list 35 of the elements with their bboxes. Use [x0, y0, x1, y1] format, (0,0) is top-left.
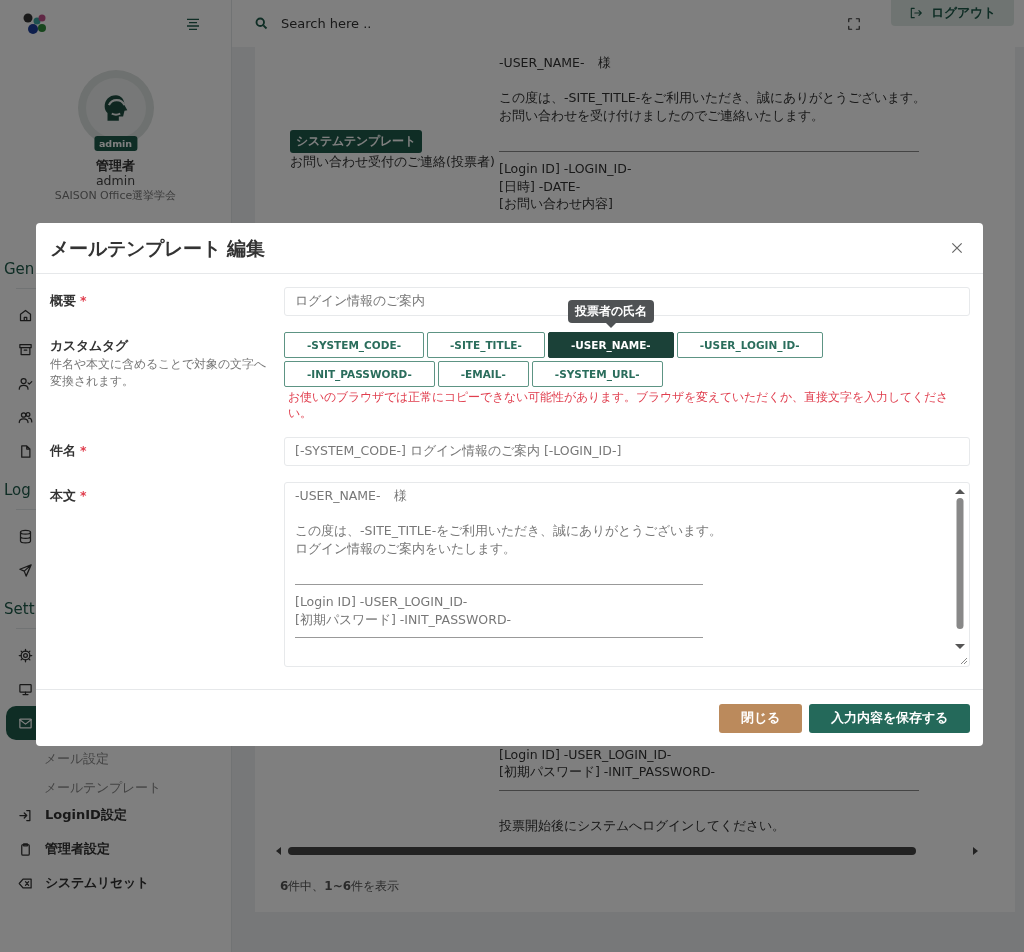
pagination-summary: 6件中、1~6件を表示 — [280, 878, 401, 895]
user-id: admin — [95, 173, 136, 188]
body-text-line: お問い合わせを受け付けましたのでご連絡いたします。 — [499, 106, 825, 124]
body-text-line: 投票開始後にシステムへログインしてください。 — [499, 816, 786, 834]
template-type-badge: システムテンプレート — [290, 130, 422, 153]
body-text-line: この度は、-SITE_TITLE-をご利用いただき、誠にありがとうございます。 — [499, 89, 928, 107]
role-badge: admin — [93, 136, 138, 151]
warning-text: お使いのブラウザでは正常にコピーできない可能性があります。ブラウザを変えていただくか、直接文字を入力してください。 — [287, 389, 949, 421]
field-label: 本文 — [50, 488, 76, 503]
user-name: 管理者 — [96, 158, 135, 173]
body-text-line: [日時] -DATE- — [499, 177, 582, 195]
section-title: Sett — [4, 599, 35, 620]
section-title: Log — [4, 480, 31, 501]
field-label: 件名 — [50, 443, 76, 458]
body-text-line: -USER_NAME- 様 — [499, 54, 612, 72]
body-text-line: [初期パスワード] -INIT_PASSWORD- — [499, 763, 717, 781]
required-asterisk: * — [80, 293, 87, 308]
template-name: お問い合わせ受付のご連絡(投票者) — [290, 153, 496, 170]
body-text-line: [お問い合わせ内容] — [499, 195, 614, 213]
body-text-line: [Login ID] -LOGIN_ID- — [499, 160, 633, 178]
tooltip: 投票者の氏名 — [567, 300, 654, 328]
dialog-title: メールテンプレート 編集 — [50, 236, 266, 261]
textarea-line: [初期パスワード] -INIT_PASSWORD- — [295, 610, 513, 628]
field-label: 概要 — [50, 293, 76, 308]
section-title: Gen — [4, 259, 35, 280]
organization-name: SAISON Office選挙学会 — [54, 188, 177, 203]
textarea-line: -USER_NAME- 様 — [295, 487, 408, 505]
textarea-line: ログイン情報のご案内をいたします。 — [295, 539, 517, 557]
required-asterisk: * — [80, 488, 87, 503]
textarea-line: この度は、-SITE_TITLE-をご利用いただき、誠にありがとうございます。 — [295, 522, 724, 540]
field-description: 件名や本文に含めることで対象の文字へ変換されます。 — [50, 356, 267, 390]
textarea-line: [Login ID] -USER_LOGIN_ID- — [295, 593, 469, 611]
field-label: カスタムタグ — [50, 338, 128, 353]
required-asterisk: * — [80, 443, 87, 458]
body-text-line: [Login ID] -USER_LOGIN_ID- — [499, 745, 673, 763]
